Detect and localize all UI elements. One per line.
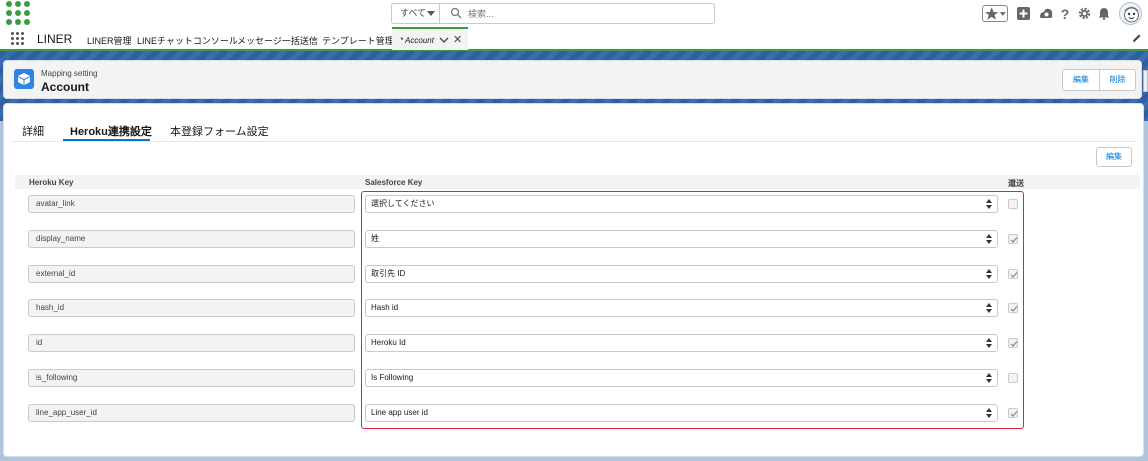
select-arrows-icon (986, 373, 992, 383)
trailhead-icon (1039, 8, 1052, 18)
search-scope-select[interactable]: すべて (392, 4, 440, 23)
writeback-checkbox[interactable] (1008, 338, 1018, 348)
gear-icon (1078, 7, 1090, 20)
salesforce-key-select[interactable]: Hash id (365, 299, 998, 317)
astro-avatar-icon (1124, 6, 1139, 23)
header-actions: 編集 削除 (1062, 69, 1136, 91)
nav-item-chat-console[interactable]: LINEチャットコンソール (137, 34, 238, 47)
tab-account[interactable]: * Account ✕ (392, 27, 468, 50)
writeback-checkbox[interactable] (1008, 234, 1018, 244)
select-arrows-icon (986, 303, 992, 313)
col-salesforce-key: Salesforce Key (365, 178, 423, 187)
waffle-icon[interactable] (11, 32, 25, 46)
heroku-key-field: is_following (28, 369, 355, 387)
salesforce-key-select[interactable]: 取引先 ID (365, 265, 998, 283)
salesforce-key-value: Heroku Id (371, 338, 406, 347)
delete-button[interactable]: 削除 (1099, 70, 1135, 90)
setup-button[interactable] (1077, 5, 1091, 22)
select-arrows-icon (986, 269, 992, 279)
writeback-checkbox[interactable] (1008, 303, 1018, 313)
tabs-divider (12, 141, 1137, 142)
app-name: LINER (37, 32, 73, 46)
select-arrows-icon (986, 234, 992, 244)
add-button[interactable] (1016, 5, 1030, 22)
bell-icon (1098, 8, 1110, 20)
salesforce-key-value: 姓 (371, 234, 379, 243)
tab-detail[interactable]: 詳細 (22, 123, 44, 139)
salesforce-key-select[interactable]: Line app user id (365, 404, 998, 422)
checkmark-icon (1010, 306, 1018, 312)
favorites-button[interactable] (982, 5, 1008, 22)
checkmark-icon (1010, 411, 1018, 417)
nav-item-liner-admin[interactable]: LINER管理 (87, 34, 132, 47)
search-icon (450, 7, 462, 19)
app-launcher-logo[interactable] (6, 1, 30, 25)
checkmark-icon (1010, 237, 1018, 243)
salesforce-key-value: 取引先 ID (371, 269, 406, 278)
edit-button[interactable]: 編集 (1063, 70, 1099, 90)
section-edit-button[interactable]: 編集 (1096, 147, 1132, 167)
trailhead-button[interactable] (1038, 5, 1054, 22)
chevron-down-icon[interactable] (439, 34, 449, 46)
page-header: Mapping setting Account 編集 削除 (3, 60, 1142, 99)
salesforce-key-select[interactable]: Is Following (365, 369, 998, 387)
salesforce-key-value: 選択してください (371, 199, 435, 208)
scrollbar[interactable] (1143, 70, 1148, 92)
salesforce-key-value: Hash id (371, 303, 399, 312)
select-arrows-icon (986, 338, 992, 348)
select-arrows-icon (986, 199, 992, 209)
global-header: すべて ? (0, 0, 1148, 27)
heroku-key-field: display_name (28, 230, 355, 248)
heroku-key-field: avatar_link (28, 195, 355, 213)
col-writeback: 還送 (1008, 179, 1024, 188)
search-input[interactable] (468, 6, 708, 21)
col-heroku-key: Heroku Key (29, 178, 74, 187)
checkmark-icon (1010, 341, 1018, 347)
salesforce-key-value: Is Following (371, 373, 414, 382)
salesforce-key-value: Line app user id (371, 408, 428, 417)
page-subtitle: Mapping setting (41, 69, 98, 78)
select-arrows-icon (986, 408, 992, 418)
global-search: すべて (391, 3, 715, 24)
add-icon (1016, 7, 1030, 20)
tab-registration-form[interactable]: 本登録フォーム設定 (170, 123, 269, 139)
star-icon (984, 7, 999, 20)
caret-down-icon (427, 11, 435, 16)
heroku-key-field: external_id (28, 265, 355, 283)
search-scope-label: すべて (400, 8, 427, 18)
writeback-checkbox[interactable] (1008, 408, 1018, 418)
tab-heroku-settings[interactable]: Heroku連携設定 (70, 123, 152, 139)
salesforce-key-select[interactable]: 姓 (365, 230, 998, 248)
heroku-key-field: line_app_user_id (28, 404, 355, 422)
mapping-card: 詳細 Heroku連携設定 本登録フォーム設定 編集 Heroku Key Sa… (3, 103, 1144, 457)
help-icon[interactable]: ? (1059, 5, 1071, 22)
tab-account-label: * Account (400, 36, 434, 45)
avatar[interactable] (1119, 2, 1142, 25)
writeback-checkbox[interactable] (1008, 199, 1018, 209)
chevron-down-icon (1000, 11, 1007, 16)
page-title: Account (41, 80, 89, 94)
writeback-checkbox[interactable] (1008, 373, 1018, 383)
heroku-key-field: hash_id (28, 299, 355, 317)
notifications-button[interactable] (1097, 5, 1111, 22)
checkmark-icon (1010, 272, 1018, 278)
column-header: Heroku Key Salesforce Key 還送 (15, 175, 1140, 189)
salesforce-key-select[interactable]: 選択してください (365, 195, 998, 213)
writeback-checkbox[interactable] (1008, 269, 1018, 279)
app-nav-bar: LINER LINER管理 LINEチャットコンソール メッセージ一括送信 テン… (0, 27, 1148, 51)
nav-item-bulk-message[interactable]: メッセージ一括送信 (237, 34, 318, 47)
salesforce-key-select[interactable]: Heroku Id (365, 334, 998, 352)
heroku-key-field: id (28, 334, 355, 352)
pencil-icon[interactable] (1132, 33, 1142, 43)
nav-item-template-admin[interactable]: テンプレート管理 (322, 34, 394, 47)
close-icon[interactable]: ✕ (453, 33, 462, 46)
cube-icon (14, 69, 34, 89)
